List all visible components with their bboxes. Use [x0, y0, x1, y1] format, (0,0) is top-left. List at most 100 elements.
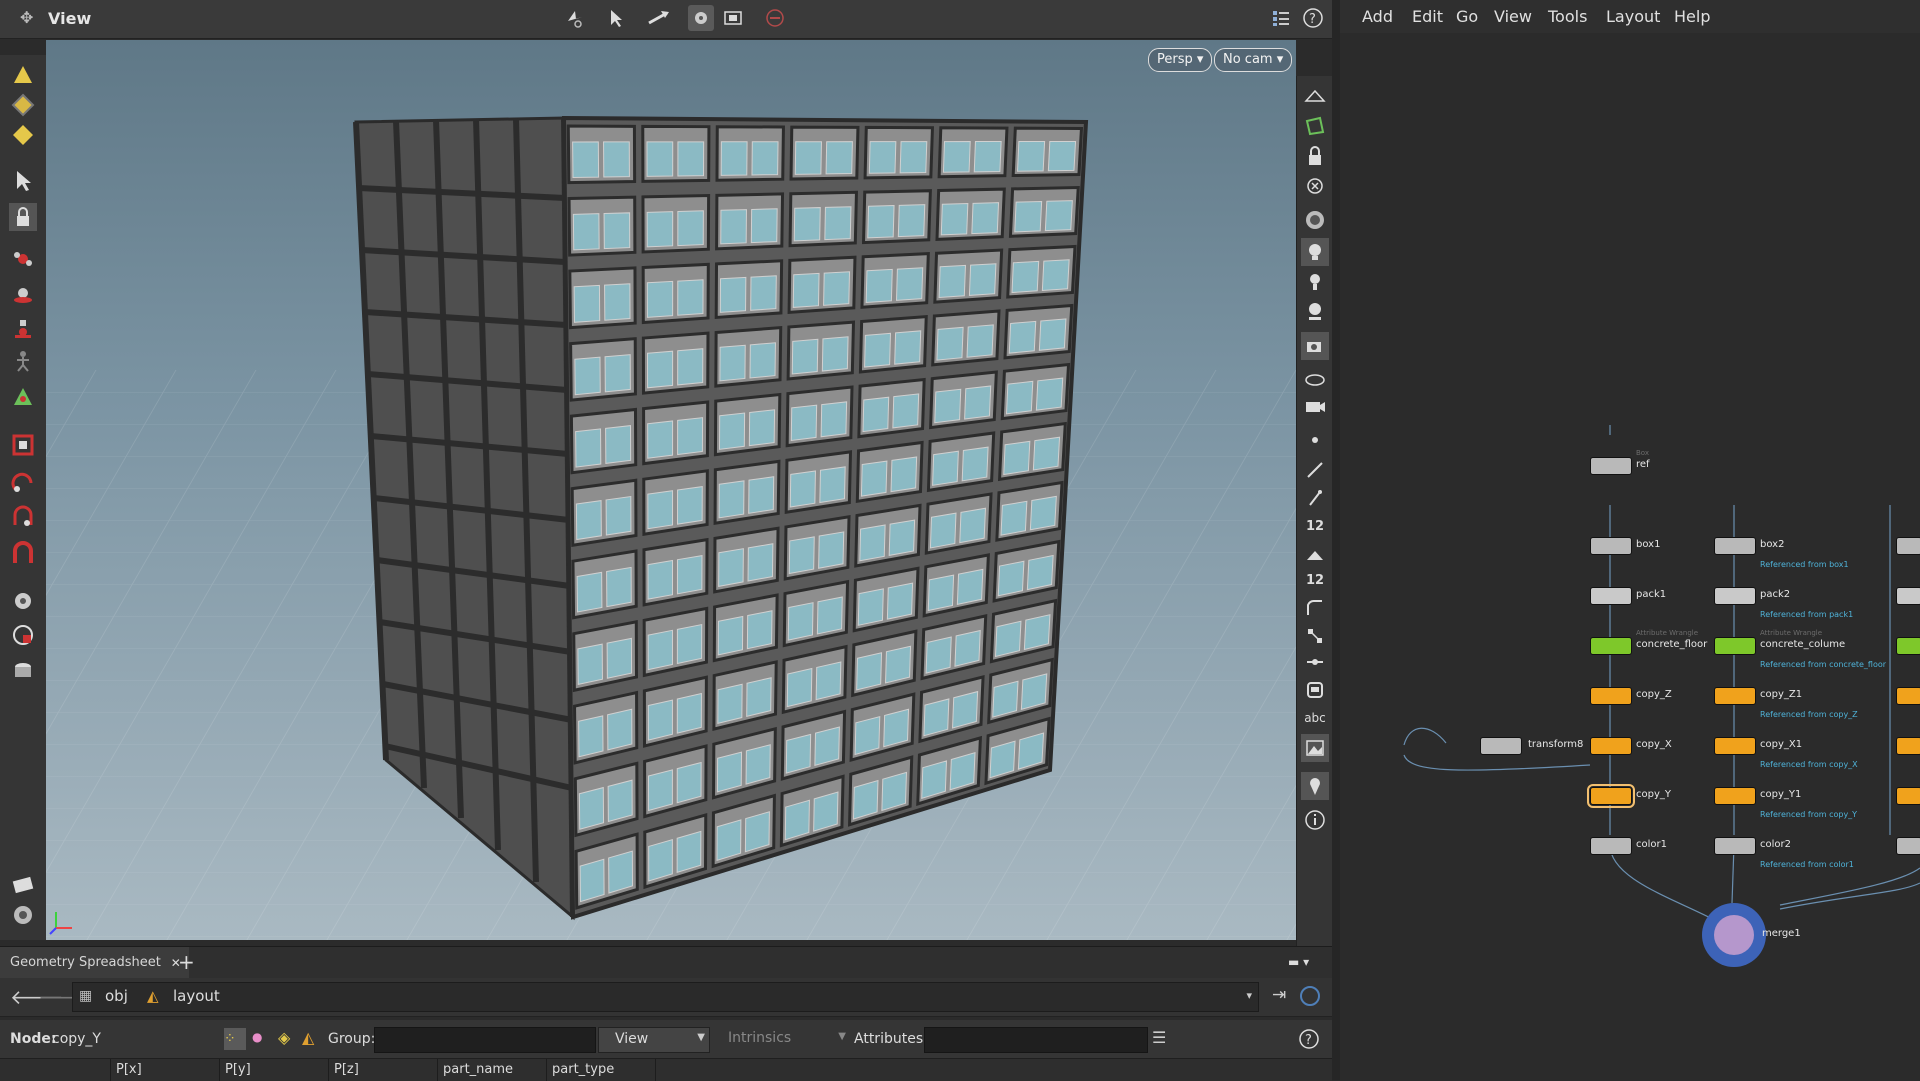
point-numbers-icon[interactable]: 12: [1301, 512, 1329, 540]
stop-icon[interactable]: [762, 5, 788, 31]
pane-splitter[interactable]: [1332, 0, 1340, 1080]
link-icon[interactable]: [1300, 986, 1320, 1006]
pin-icon[interactable]: ⇥: [1272, 985, 1286, 1005]
display-options-pin-icon[interactable]: [1301, 772, 1329, 800]
grid-toggle-icon[interactable]: [1301, 82, 1329, 110]
node-box3[interactable]: [1896, 537, 1920, 555]
menu-add[interactable]: Add: [1362, 7, 1393, 26]
intrinsics-dropdown[interactable]: Intrinsics ▼: [722, 1027, 848, 1051]
camera-menu[interactable]: No cam ▾: [1214, 48, 1293, 72]
column-header[interactable]: part_type: [546, 1059, 656, 1081]
node-box1[interactable]: [1590, 537, 1632, 555]
view-dropdown[interactable]: View ▼: [598, 1027, 710, 1053]
ghost-icon[interactable]: [1301, 174, 1329, 202]
scene-canvas[interactable]: [46, 40, 1296, 940]
column-header[interactable]: P[y]: [219, 1059, 329, 1081]
normals-display-icon[interactable]: [1301, 484, 1329, 512]
snap-point-icon[interactable]: [9, 503, 37, 531]
column-header[interactable]: part_name: [437, 1059, 547, 1081]
node-concrete-floor[interactable]: [1590, 637, 1632, 655]
uv-display-icon[interactable]: [1301, 622, 1329, 650]
vector-display-icon[interactable]: [1301, 648, 1329, 676]
3d-viewport[interactable]: Persp ▾ No cam ▾: [46, 40, 1296, 940]
headlight-icon[interactable]: [1301, 206, 1329, 234]
points-class-button[interactable]: ⁘: [224, 1028, 246, 1050]
camera-tool-icon[interactable]: [9, 621, 37, 649]
node-copy3-x[interactable]: [1896, 737, 1920, 755]
group-field[interactable]: [374, 1027, 596, 1053]
tab-geometry-spreadsheet[interactable]: Geometry Spreadsheet ✕: [0, 947, 189, 979]
scene-view-icon[interactable]: [9, 871, 37, 899]
node-merge1[interactable]: [1702, 903, 1766, 967]
primitives-class-icon[interactable]: ◈: [278, 1028, 290, 1047]
select-points-icon[interactable]: [9, 61, 37, 89]
node-color2[interactable]: [1714, 837, 1756, 855]
camera-icon[interactable]: [1301, 392, 1329, 420]
columns-menu-icon[interactable]: ☰: [1152, 1028, 1166, 1047]
text-display-icon[interactable]: abc: [1301, 704, 1329, 732]
display-options-icon[interactable]: [720, 5, 746, 31]
select-tool-icon[interactable]: [604, 5, 630, 31]
node-copy-z1[interactable]: [1714, 687, 1756, 705]
prim-normals-icon[interactable]: [1301, 540, 1329, 568]
node-pack3[interactable]: [1896, 587, 1920, 605]
scale-tool-icon[interactable]: [9, 315, 37, 343]
menu-view[interactable]: View: [1494, 7, 1532, 26]
node-color3[interactable]: [1896, 837, 1920, 855]
spreadsheet-help-icon[interactable]: ?: [1298, 1028, 1320, 1050]
background-icon[interactable]: [1301, 676, 1329, 704]
node-copy-x[interactable]: [1590, 737, 1632, 755]
view-tool-icon[interactable]: [9, 587, 37, 615]
node-ref[interactable]: [1590, 457, 1632, 475]
edge-display-icon[interactable]: [1301, 456, 1329, 484]
node-copy-z[interactable]: [1590, 687, 1632, 705]
light-bulb-icon[interactable]: [1301, 268, 1329, 296]
menu-go[interactable]: Go: [1456, 7, 1478, 26]
menu-tools[interactable]: Tools: [1548, 7, 1587, 26]
menu-layout[interactable]: Layout: [1606, 7, 1660, 26]
render-camera-icon[interactable]: [1301, 332, 1329, 360]
detail-class-icon[interactable]: ◭: [302, 1028, 314, 1047]
info-icon[interactable]: [1301, 806, 1329, 834]
pointer-icon[interactable]: [9, 167, 37, 195]
viewport-settings-icon[interactable]: [9, 901, 37, 929]
path-layout[interactable]: layout: [173, 987, 220, 1005]
background-image-icon[interactable]: [1301, 734, 1329, 762]
node-copy3-z[interactable]: [1896, 687, 1920, 705]
node-pack2[interactable]: [1714, 587, 1756, 605]
node-copy-x1[interactable]: [1714, 737, 1756, 755]
node-box2[interactable]: [1714, 537, 1756, 555]
move-tool-icon[interactable]: [9, 245, 37, 273]
select-edges-icon[interactable]: [9, 91, 37, 119]
snap-grid-icon[interactable]: [9, 431, 37, 459]
view-pane-icon[interactable]: ✥: [20, 8, 33, 27]
curve-display-icon[interactable]: [1301, 594, 1329, 622]
column-header[interactable]: P[z]: [328, 1059, 438, 1081]
handle-tool-icon[interactable]: [9, 383, 37, 411]
snapping-icon[interactable]: [688, 5, 714, 31]
node-copy3-y[interactable]: [1896, 787, 1920, 805]
shadow-light-icon[interactable]: [1301, 298, 1329, 326]
attributes-field[interactable]: [924, 1027, 1148, 1053]
path-obj[interactable]: obj: [105, 987, 128, 1005]
pane-menu-icon[interactable]: ▬ ▾: [1288, 955, 1309, 969]
orbit-tool-icon[interactable]: [562, 5, 588, 31]
help-icon[interactable]: ?: [1300, 5, 1326, 31]
prim-numbers-icon[interactable]: 12: [1301, 566, 1329, 594]
camera-lock-icon[interactable]: [1301, 142, 1329, 170]
transform-tool-icon[interactable]: [646, 5, 672, 31]
add-tab-icon[interactable]: +: [178, 950, 195, 974]
node-concrete-colume[interactable]: [1714, 637, 1756, 655]
rotate-tool-icon[interactable]: [9, 281, 37, 309]
node-pack1[interactable]: [1590, 587, 1632, 605]
column-header[interactable]: P[x]: [110, 1059, 220, 1081]
node-transform8[interactable]: [1480, 737, 1522, 755]
magnet-icon[interactable]: [9, 539, 37, 567]
render-region-icon[interactable]: [9, 657, 37, 685]
menu-edit[interactable]: Edit: [1412, 7, 1443, 26]
node-color1[interactable]: [1590, 837, 1632, 855]
path-field[interactable]: ▦ obj ◭ layout ▾: [72, 982, 1259, 1012]
menu-help[interactable]: Help: [1674, 7, 1710, 26]
pane-layout-icon[interactable]: [1268, 5, 1294, 31]
lock-icon[interactable]: [9, 203, 37, 231]
